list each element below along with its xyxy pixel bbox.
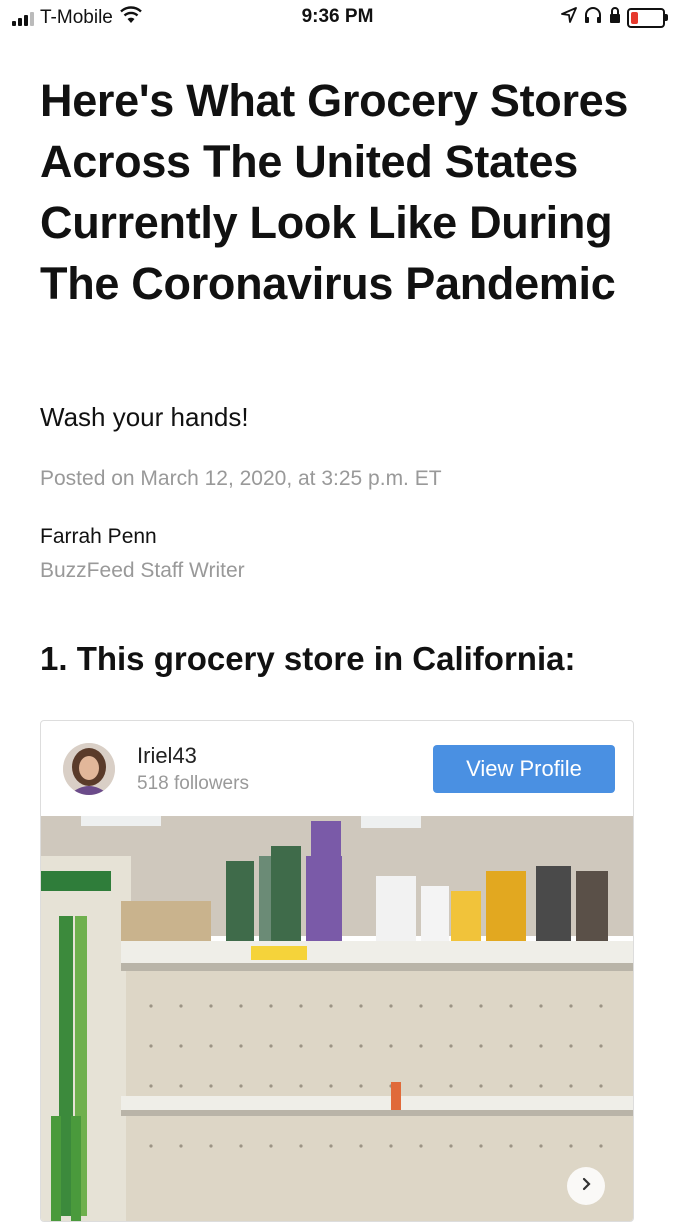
author-name[interactable]: Farrah Penn: [40, 525, 157, 549]
location-icon: [561, 7, 577, 28]
avatar[interactable]: [63, 743, 115, 795]
battery-icon: [627, 7, 668, 28]
status-bar-right: [561, 6, 668, 29]
view-profile-button[interactable]: View Profile: [433, 745, 615, 793]
embed-followers: 518 followers: [137, 773, 249, 794]
author-role: BuzzFeed Staff Writer: [40, 559, 245, 582]
status-bar: T-Mobile 9:36 PM: [0, 0, 675, 36]
article-dek: Wash your hands!: [40, 402, 249, 432]
lock-rotation-icon: [609, 6, 621, 29]
next-slide-button[interactable]: [567, 1167, 605, 1205]
posted-timestamp: Posted on March 12, 2020, at 3:25 p.m. E…: [40, 467, 442, 490]
grocery-shelf-photo[interactable]: [41, 816, 633, 1221]
article-title: Here's What Grocery Stores Across The Un…: [40, 75, 629, 309]
headphones-icon: [583, 6, 603, 29]
section-title: 1. This grocery store in California:: [40, 640, 576, 677]
chevron-right-icon: [578, 1176, 594, 1197]
battery-level: [631, 11, 638, 24]
embed-card: Iriel43 518 followers View Profile: [40, 720, 634, 1222]
embed-username[interactable]: Iriel43: [137, 743, 197, 769]
